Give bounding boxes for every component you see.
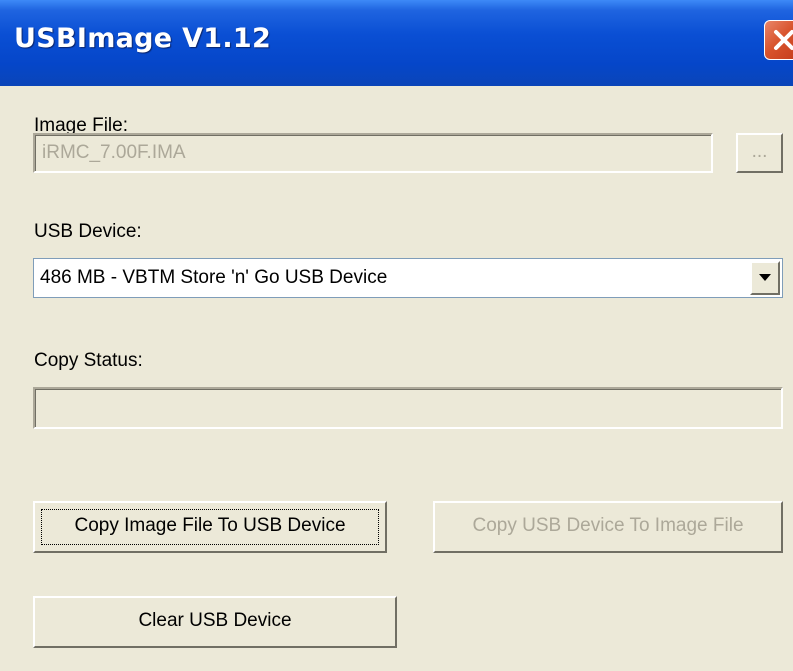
- image-file-value: iRMC_7.00F.IMA: [42, 142, 186, 163]
- close-button[interactable]: [764, 20, 793, 60]
- copy-usb-to-image-label: Copy USB Device To Image File: [472, 515, 744, 536]
- browse-button[interactable]: ...: [736, 133, 783, 173]
- usb-device-dropdown-button[interactable]: [750, 261, 780, 295]
- copy-usb-to-image-button[interactable]: Copy USB Device To Image File: [433, 501, 783, 553]
- browse-button-label: ...: [751, 141, 768, 162]
- clear-usb-device-button[interactable]: Clear USB Device: [33, 596, 397, 648]
- clear-usb-device-label: Clear USB Device: [138, 610, 292, 631]
- close-icon: [774, 30, 793, 50]
- chevron-down-icon: [759, 274, 771, 281]
- usb-device-selected-value: 486 MB - VBTM Store 'n' Go USB Device: [40, 267, 388, 288]
- window-title: USBImage V1.12: [14, 23, 272, 54]
- image-file-field: iRMC_7.00F.IMA: [33, 133, 713, 173]
- copy-image-to-usb-button[interactable]: Copy Image File To USB Device: [33, 501, 387, 553]
- title-bar[interactable]: USBImage V1.12: [0, 0, 793, 86]
- copy-status-label: Copy Status:: [34, 350, 143, 371]
- copy-status-progress-bar: [33, 387, 783, 429]
- usbimage-dialog: USBImage V1.12 Image File: iRMC_7.00F.IM…: [0, 0, 793, 671]
- usb-device-label: USB Device:: [34, 221, 142, 242]
- focus-indicator: [41, 509, 379, 545]
- usb-device-select[interactable]: 486 MB - VBTM Store 'n' Go USB Device: [33, 258, 783, 298]
